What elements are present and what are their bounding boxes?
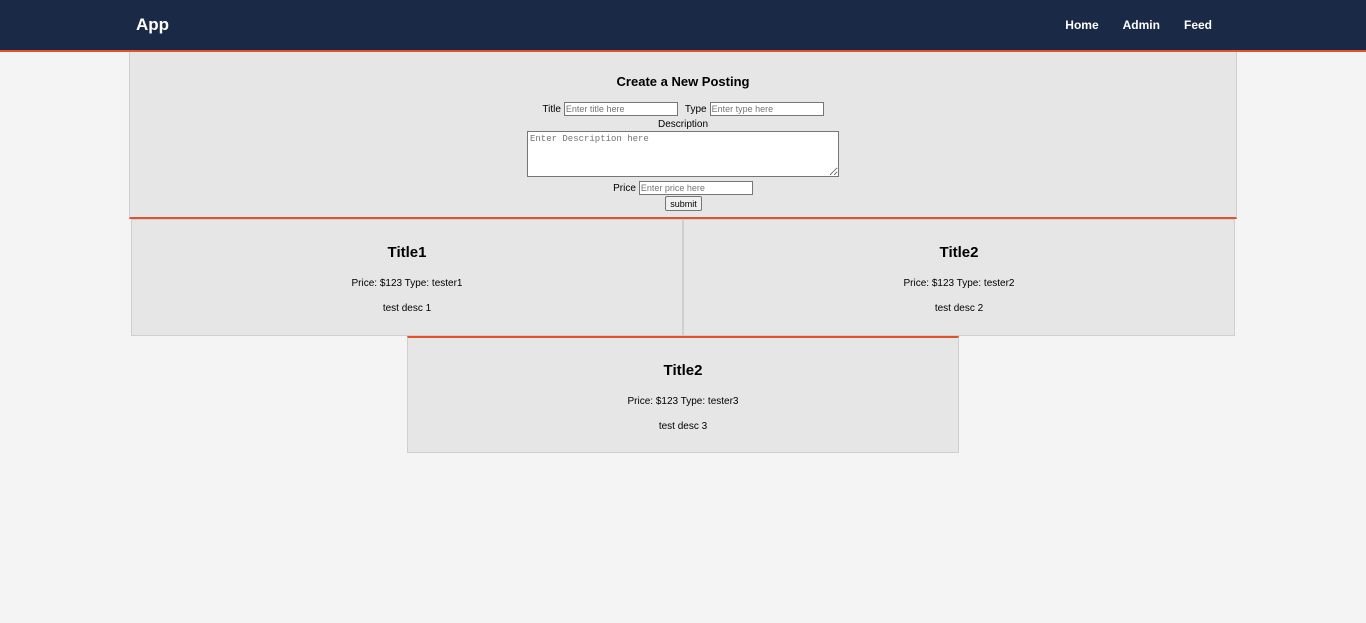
posting-title: Title1 — [387, 244, 427, 261]
posting-description: test desc 2 — [934, 303, 984, 314]
posting-price-type: Price: $123 Type: tester2 — [903, 278, 1015, 289]
brand-logo-link[interactable]: App — [136, 15, 169, 35]
price-label: Price — [613, 182, 636, 194]
type-label: Type — [684, 103, 707, 115]
title-input[interactable] — [563, 102, 678, 116]
price-input[interactable] — [638, 181, 753, 195]
posting-description: test desc 3 — [658, 421, 708, 432]
nav-link-home[interactable]: Home — [1065, 18, 1098, 32]
description-textarea[interactable] — [527, 131, 839, 177]
type-input[interactable] — [709, 102, 824, 116]
posting-card: Title1 Price: $123 Type: tester1 test de… — [131, 219, 683, 336]
nav-link-admin[interactable]: Admin — [1123, 18, 1160, 32]
posting-title: Title2 — [663, 362, 703, 379]
title-label: Title — [542, 103, 561, 115]
nav-links: Home Admin Feed — [1065, 18, 1212, 32]
submit-button[interactable]: submit — [665, 196, 702, 211]
posting-price-type: Price: $123 Type: tester3 — [627, 396, 739, 407]
form-heading: Create a New Posting — [616, 74, 750, 89]
posting-description: test desc 1 — [382, 303, 432, 314]
price-row: Price — [130, 181, 1236, 195]
posting-title: Title2 — [939, 244, 979, 261]
posting-card: Title2 Price: $123 Type: tester2 test de… — [683, 219, 1235, 336]
nav-link-feed[interactable]: Feed — [1184, 18, 1212, 32]
description-label: Description — [657, 119, 709, 130]
title-type-row: Title Type — [130, 102, 1236, 116]
posting-price-type: Price: $123 Type: tester1 — [351, 278, 463, 289]
create-posting-form: Create a New Posting Title Type Descript… — [129, 52, 1237, 219]
posting-card: Title2 Price: $123 Type: tester3 test de… — [407, 336, 959, 453]
navbar: App Home Admin Feed — [0, 0, 1366, 52]
